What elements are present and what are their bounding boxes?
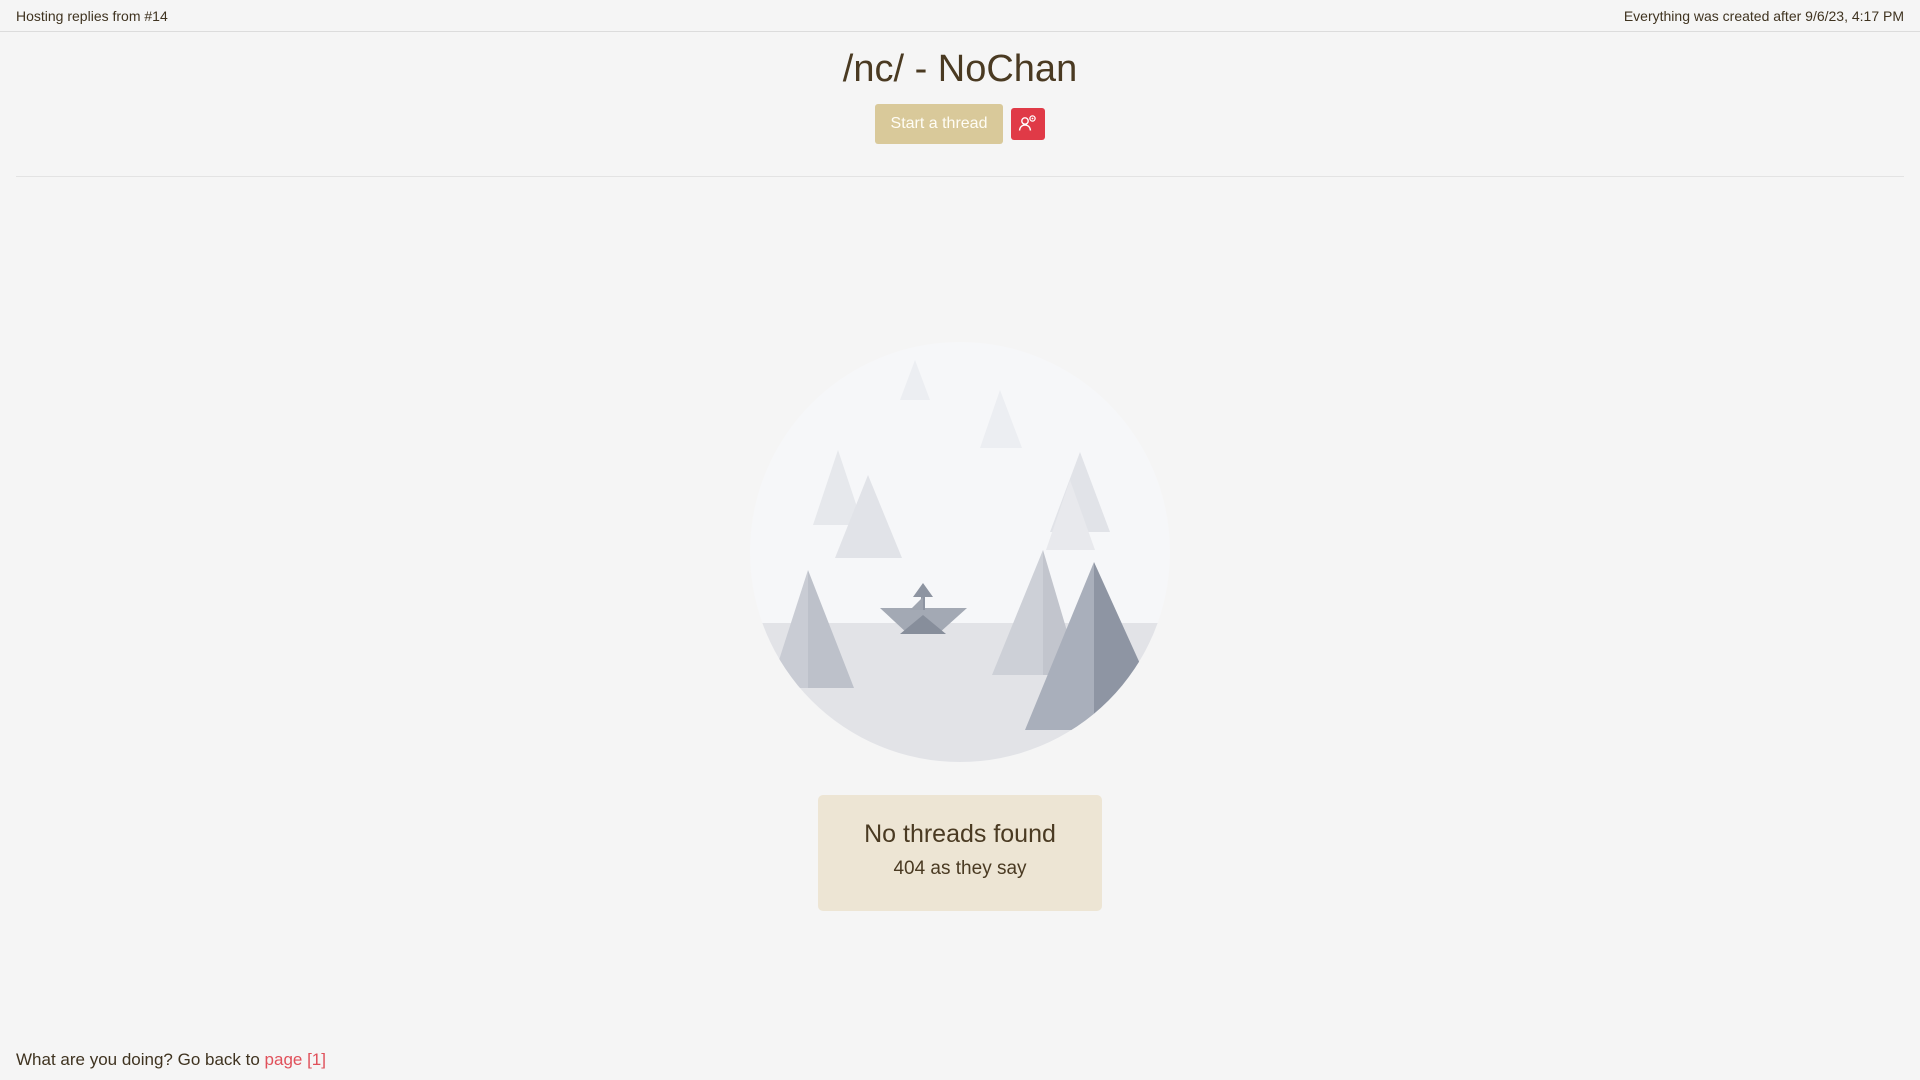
start-thread-button[interactable]: Start a thread [875,104,1003,144]
footer-message: What are you doing? Go back to page [1] [16,1050,326,1070]
user-settings-button[interactable] [1011,108,1045,140]
created-after-text: Everything was created after 9/6/23, 4:1… [1623,8,1904,24]
footer-prefix-text: What are you doing? Go back to [16,1050,265,1069]
header-actions: Start a thread [0,104,1920,144]
user-gear-icon [1018,114,1038,135]
empty-state-subheading: 404 as they say [893,858,1027,879]
top-bar: Hosting replies from #14 Everything was … [0,0,1920,32]
empty-lake-boat-illustration [750,340,1170,765]
hosting-status-text: Hosting replies from #14 [16,8,168,24]
board-header: /nc/ - NoChan Start a thread [0,32,1920,177]
empty-state-notice: No threads found 404 as they say [818,795,1102,911]
page-title: /nc/ - NoChan [842,48,1078,90]
header-divider [16,176,1904,177]
empty-state-heading: No threads found [864,820,1056,848]
page-1-link[interactable]: page [1] [265,1050,326,1069]
